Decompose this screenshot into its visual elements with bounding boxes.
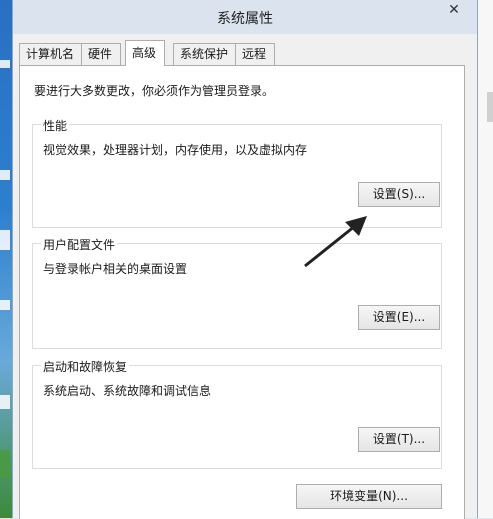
user-profiles-title: 用户配置文件 xyxy=(41,236,118,253)
performance-description: 视觉效果，处理器计划，内存使用，以及虚拟内存 xyxy=(43,143,308,157)
startup-recovery-description: 系统启动、系统故障和调试信息 xyxy=(43,384,212,398)
user-profiles-settings-button[interactable]: 设置(E)... xyxy=(358,305,440,330)
environment-variables-button[interactable]: 环境变量(N)... xyxy=(296,484,442,509)
close-button[interactable]: ✕ xyxy=(439,0,469,20)
close-icon: ✕ xyxy=(448,2,460,18)
tab-computer-name[interactable]: 计算机名 xyxy=(19,43,83,65)
performance-title: 性能 xyxy=(41,117,70,134)
user-profiles-description: 与登录帐户相关的桌面设置 xyxy=(43,262,188,276)
tab-remote[interactable]: 远程 xyxy=(235,43,275,65)
arrow-annotation-icon xyxy=(304,216,367,268)
performance-settings-button[interactable]: 设置(S)... xyxy=(358,182,440,207)
title-bar[interactable]: 系统属性 ✕ xyxy=(13,0,477,34)
startup-recovery-title: 启动和故障恢复 xyxy=(41,358,130,375)
tab-advanced[interactable]: 高级 xyxy=(125,40,165,66)
window-title: 系统属性 xyxy=(217,11,273,27)
advanced-tab-panel: 要进行大多数更改，你必须作为管理员登录。 性能 视觉效果，处理器计划，内存使用，… xyxy=(19,65,465,519)
admin-notice: 要进行大多数更改，你必须作为管理员登录。 xyxy=(34,84,275,98)
desktop-background-strip xyxy=(0,0,12,518)
startup-recovery-group: 启动和故障恢复 系统启动、系统故障和调试信息 设置(T)... xyxy=(32,358,442,469)
background-window-strip xyxy=(476,0,493,518)
tab-system-protection[interactable]: 系统保护 xyxy=(173,43,237,65)
startup-recovery-settings-button[interactable]: 设置(T)... xyxy=(358,427,440,452)
system-properties-window: 系统属性 ✕ 计算机名 硬件 高级 系统保护 远程 要进行大多数更改，你必须作为… xyxy=(12,0,478,519)
user-profiles-group: 用户配置文件 与登录帐户相关的桌面设置 设置(E)... xyxy=(32,236,442,349)
performance-group: 性能 视觉效果，处理器计划，内存使用，以及虚拟内存 设置(S)... xyxy=(32,117,442,228)
scrollbar-fragment xyxy=(487,92,493,122)
tab-hardware[interactable]: 硬件 xyxy=(81,43,121,65)
